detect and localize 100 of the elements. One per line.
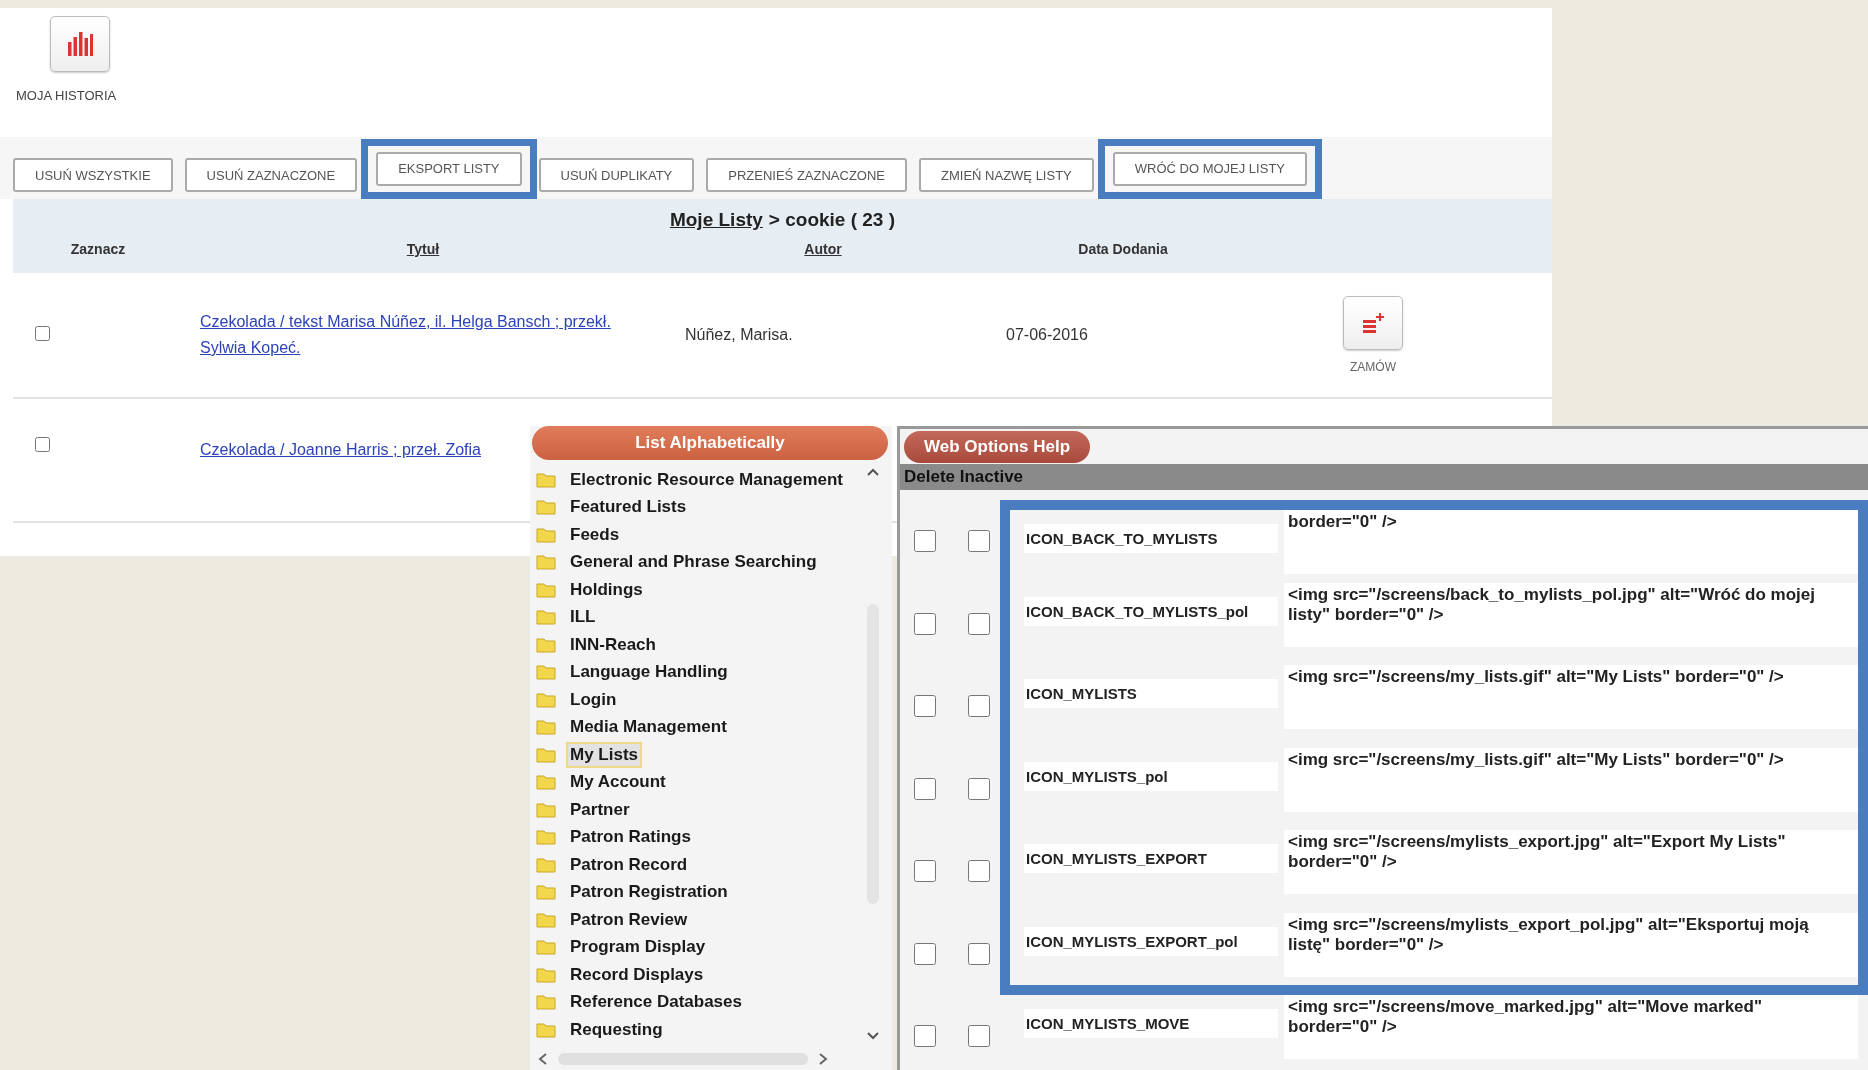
folder-icon <box>536 966 556 983</box>
option-checkbox[interactable] <box>968 695 990 718</box>
category-label: Record Displays <box>569 963 705 986</box>
option-value-field[interactable]: <img src="/screens/mylists_export.jpg" alt="Export My Lists" border="0" /> <box>1284 830 1858 894</box>
option-value-field[interactable]: <img src="/screens/move_marked.jpg" alt="Move marked" border="0" /> <box>1284 995 1858 1059</box>
category-item[interactable]: Requesting <box>536 1016 862 1044</box>
option-checkbox[interactable] <box>968 612 990 635</box>
toolbar-button[interactable]: WRÓĆ DO MOJEJ LISTY <box>1112 151 1307 186</box>
category-label: Program Display <box>569 936 707 959</box>
option-name-cell: ICON_MYLISTS_EXPORT_pol <box>1024 926 1278 956</box>
list-add-icon <box>1361 312 1385 334</box>
category-label: Patron Review <box>569 908 689 931</box>
option-checkbox[interactable] <box>914 860 936 883</box>
option-checkbox[interactable] <box>968 942 990 965</box>
category-label: Requesting <box>569 1018 664 1041</box>
scroll-right-icon[interactable] <box>818 1053 828 1065</box>
option-checkbox[interactable] <box>914 1025 936 1048</box>
folder-icon <box>536 471 556 488</box>
row-checkbox[interactable] <box>35 325 50 341</box>
category-label: Holdings <box>569 578 644 601</box>
folder-icon <box>536 581 556 598</box>
category-item[interactable]: Patron Review <box>536 906 862 934</box>
column-header: Zaznacz <box>69 241 127 257</box>
toolbar-button[interactable]: USUŃ DUPLIKATY <box>538 158 695 192</box>
toolbar-button[interactable]: PRZENIEŚ ZAZNACZONE <box>706 158 908 192</box>
category-label: My Account <box>569 771 667 794</box>
category-item[interactable]: Program Display <box>536 933 862 961</box>
category-item[interactable]: My Lists <box>536 741 862 769</box>
option-checkbox[interactable] <box>968 777 990 800</box>
option-name-cell: ICON_BACK_TO_MYLISTS_pol <box>1024 596 1278 626</box>
category-item[interactable]: Reference Databases <box>536 988 862 1016</box>
option-checkbox[interactable] <box>968 1025 990 1048</box>
category-item[interactable]: ILL <box>536 603 862 631</box>
category-label: Login <box>569 688 618 711</box>
category-label: Language Handling <box>569 661 729 684</box>
folder-icon <box>536 774 556 791</box>
category-item[interactable]: INN-Reach <box>536 631 862 659</box>
option-value-field[interactable]: <img src="/screens/my_lists.gif" alt="My Lists" border="0" /> <box>1284 665 1858 729</box>
bar-chart-icon <box>67 32 93 56</box>
option-value-field[interactable]: <img src="/screens/mylists_export_pol.jpg" alt="Eksportuj moją listę" border="0" /> <box>1284 912 1858 977</box>
folder-icon <box>536 636 556 653</box>
category-label: Partner <box>569 798 631 821</box>
category-label: My Lists <box>566 741 643 768</box>
category-item[interactable]: Holdings <box>536 576 862 604</box>
row-checkbox[interactable] <box>35 437 50 452</box>
toolbar-button[interactable]: USUŃ WSZYSTKIE <box>13 158 173 192</box>
category-item[interactable]: Patron Record <box>536 851 862 879</box>
web-options-help-tab[interactable]: Web Options Help <box>904 430 1091 463</box>
option-checkbox[interactable] <box>968 530 990 553</box>
folder-icon <box>536 801 556 818</box>
category-item[interactable]: My Account <box>536 768 862 796</box>
option-value-field[interactable]: <img src="/screens/my_lists.gif" alt="My Lists" border="0" /> <box>1284 747 1858 812</box>
category-item[interactable]: Electronic Resource Management <box>536 466 862 494</box>
history-label: MOJA HISTORIA <box>16 88 117 103</box>
folder-icon <box>536 884 556 901</box>
option-checkbox[interactable] <box>914 530 936 553</box>
option-checkbox[interactable] <box>914 695 936 718</box>
breadcrumb-link[interactable]: Moje Listy <box>669 209 763 231</box>
folder-icon <box>536 526 556 543</box>
category-item[interactable]: Patron Registration <box>536 878 862 906</box>
title-link[interactable]: Czekolada / Joanne Harris ; przeł. Zofia <box>200 437 481 463</box>
category-item[interactable]: Language Handling <box>536 658 862 686</box>
folder-icon <box>536 746 556 763</box>
history-button[interactable] <box>50 16 110 72</box>
category-item[interactable]: Record Displays <box>536 961 862 989</box>
column-header[interactable]: Autor <box>663 241 983 257</box>
option-checkbox[interactable] <box>914 612 936 635</box>
category-item[interactable]: Featured Lists <box>536 493 862 521</box>
category-item[interactable]: Media Management <box>536 713 862 741</box>
scroll-up-icon[interactable] <box>867 468 879 476</box>
toolbar-button[interactable]: ZMIEŃ NAZWĘ LISTY <box>919 158 1094 192</box>
category-label: Patron Record <box>569 853 689 876</box>
option-checkbox[interactable] <box>914 777 936 800</box>
order-button[interactable] <box>1343 296 1403 350</box>
category-label: INN-Reach <box>569 633 657 656</box>
category-item[interactable]: General and Phrase Searching <box>536 548 862 576</box>
option-name-cell: ICON_MYLISTS <box>1024 679 1278 708</box>
category-item[interactable]: Feeds <box>536 521 862 549</box>
category-label: Patron Registration <box>569 881 729 904</box>
toolbar-button[interactable]: USUŃ ZAZNACZONE <box>184 158 358 192</box>
scroll-down-icon[interactable] <box>867 1032 879 1040</box>
scroll-left-icon[interactable] <box>538 1053 548 1065</box>
category-item[interactable]: Partner <box>536 796 862 824</box>
folder-icon <box>536 994 556 1011</box>
column-header[interactable]: Tytuł <box>183 241 663 257</box>
category-label: Featured Lists <box>569 496 688 519</box>
category-label: Media Management <box>569 716 728 739</box>
folder-icon <box>536 829 556 846</box>
category-label: Electronic Resource Management <box>569 468 845 491</box>
category-item[interactable]: Patron Ratings <box>536 823 862 851</box>
title-link[interactable]: Czekolada / tekst Marisa Núñez, il. Helga Bansch ; przekł. Sylwia Kopeć. <box>200 309 630 361</box>
category-item[interactable]: Login <box>536 686 862 714</box>
option-checkbox[interactable] <box>968 860 990 883</box>
folder-icon <box>536 664 556 681</box>
option-value-field[interactable]: <img src="/screens/back_to_mylists_pol.jpg" alt="Wróć do mojej listy" border="0" /> <box>1284 582 1858 647</box>
option-checkbox[interactable] <box>914 942 936 965</box>
category-label: Feeds <box>569 523 621 546</box>
folder-icon <box>536 856 556 873</box>
toolbar-button[interactable]: EKSPORT LISTY <box>376 151 522 186</box>
option-value-field[interactable]: border="0" /> <box>1284 510 1858 574</box>
